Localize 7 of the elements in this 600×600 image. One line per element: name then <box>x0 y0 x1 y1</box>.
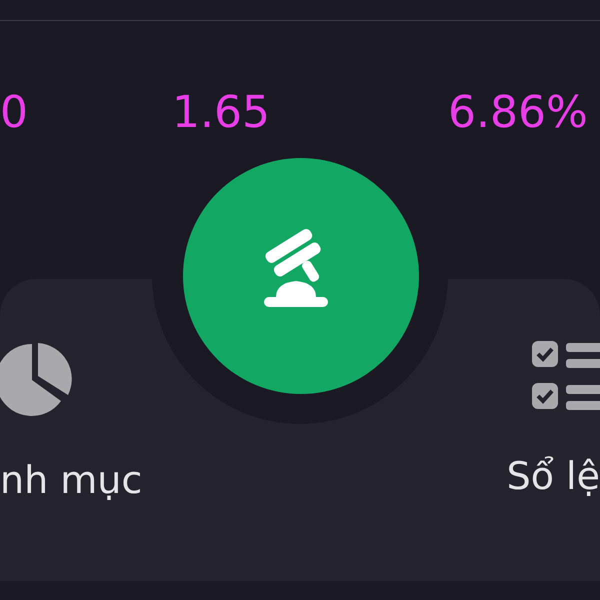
nav-label[interactable]: Sổ lệ <box>506 453 600 499</box>
pie-chart-icon[interactable] <box>0 343 72 416</box>
checklist-icon[interactable] <box>532 341 600 410</box>
stat-value: 6.86% <box>448 86 589 140</box>
stat-value: 0 <box>0 86 29 140</box>
nav-label[interactable]: nh mục <box>0 457 142 503</box>
stat-value: 1.65 <box>172 86 271 140</box>
